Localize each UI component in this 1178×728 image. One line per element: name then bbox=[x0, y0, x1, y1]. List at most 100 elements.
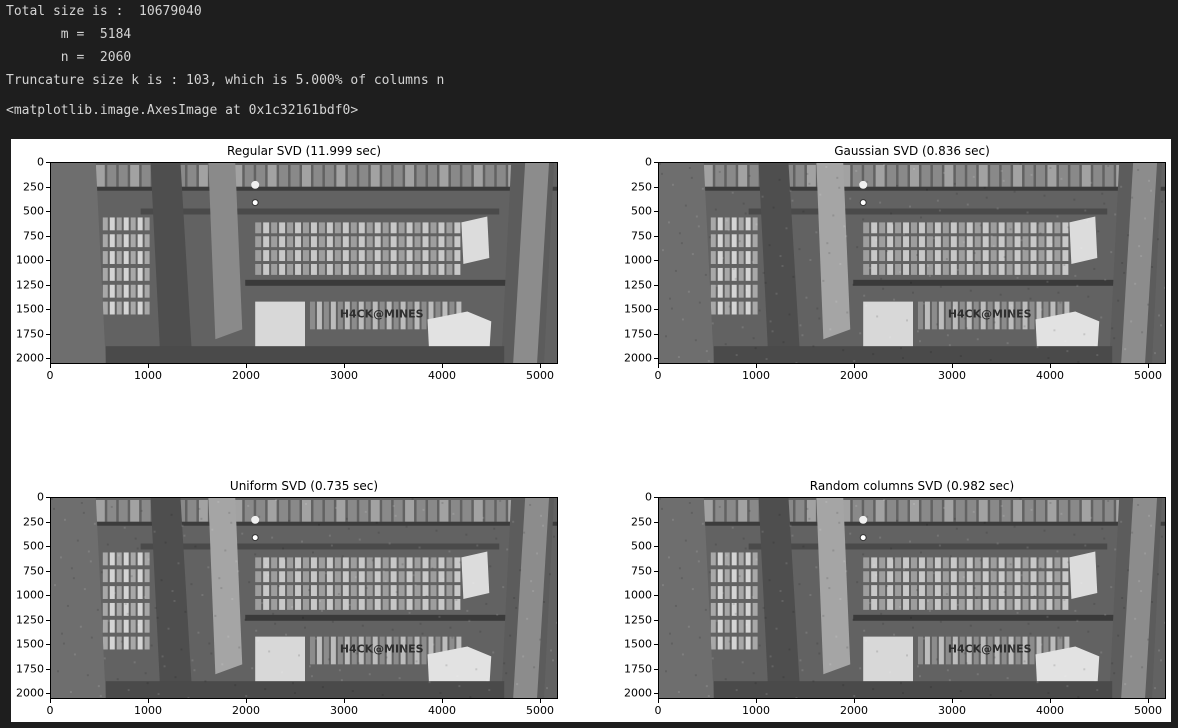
y-tick-mark bbox=[654, 333, 658, 335]
y-tick-label: 2000 bbox=[16, 686, 44, 700]
subplot-2: Gaussian SVD (0.836 sec) H4CK@MINES 0 250 50… bbox=[624, 144, 1166, 382]
y-tick-mark bbox=[46, 644, 50, 646]
y-tick-label: 250 bbox=[631, 515, 652, 528]
x-tick-label: 3000 bbox=[329, 704, 358, 717]
x-tick-mark bbox=[658, 699, 659, 703]
y-tick-label: 750 bbox=[23, 229, 44, 243]
y-tick-label: 1750 bbox=[624, 327, 652, 341]
x-tick-mark bbox=[1049, 699, 1051, 703]
x-tick-mark bbox=[245, 364, 247, 368]
y-tick-label: 250 bbox=[23, 180, 44, 193]
x-tick-mark bbox=[50, 699, 51, 703]
y-tick-label: 0 bbox=[37, 155, 44, 169]
y-tick-mark bbox=[46, 309, 50, 311]
x-tick-label: 5000 bbox=[525, 369, 554, 382]
y-tick-mark bbox=[654, 546, 658, 548]
x-tick-label: 4000 bbox=[427, 369, 456, 382]
y-tick-mark bbox=[654, 235, 658, 237]
x-tick-mark bbox=[1049, 364, 1051, 368]
x-tick-mark bbox=[951, 699, 953, 703]
y-tick-mark bbox=[654, 309, 658, 311]
y-tick-mark bbox=[654, 162, 658, 163]
y-tick-label: 1250 bbox=[624, 613, 652, 627]
y-tick-mark bbox=[654, 644, 658, 646]
subplot-4: Random columns SVD (0.982 sec) H4CK@MINES… bbox=[624, 479, 1166, 717]
x-tick-mark bbox=[50, 364, 51, 368]
x-tick-label: 1000 bbox=[741, 369, 770, 382]
y-tick-mark bbox=[654, 358, 658, 360]
y-tick-label: 1750 bbox=[16, 662, 44, 676]
y-tick-label: 1500 bbox=[624, 637, 652, 651]
x-tick-mark bbox=[539, 364, 541, 368]
y-tick-label: 1750 bbox=[624, 662, 652, 676]
subplot-title: Gaussian SVD (0.836 sec) bbox=[834, 144, 990, 158]
subplot-title: Regular SVD (11.999 sec) bbox=[226, 144, 382, 158]
y-tick-label: 1500 bbox=[16, 302, 44, 316]
y-tick-label: 2000 bbox=[16, 351, 44, 365]
x-tick-mark bbox=[853, 364, 855, 368]
y-tick-mark bbox=[46, 333, 50, 335]
output-m: m = 5184 bbox=[6, 27, 132, 42]
x-tick-mark bbox=[245, 699, 247, 703]
x-tick-label: 2000 bbox=[839, 704, 868, 717]
x-tick-label: 1000 bbox=[741, 704, 770, 717]
x-tick-label: 2000 bbox=[231, 369, 260, 382]
y-tick-mark bbox=[654, 211, 658, 213]
x-tick-label: 0 bbox=[46, 704, 54, 717]
grayscale-image: H4CK@MINES bbox=[51, 163, 557, 363]
x-tick-mark bbox=[441, 364, 443, 368]
y-tick-mark bbox=[654, 595, 658, 597]
x-tick-label: 0 bbox=[654, 704, 662, 717]
y-tick-label: 0 bbox=[645, 155, 652, 169]
x-tick-label: 2000 bbox=[839, 369, 868, 382]
x-tick-mark bbox=[343, 364, 345, 368]
image-text-label: H4CK@MINES bbox=[948, 307, 1032, 320]
x-tick-label: 4000 bbox=[1035, 704, 1064, 717]
y-tick-label: 1750 bbox=[16, 327, 44, 341]
y-tick-label: 1250 bbox=[16, 613, 44, 627]
y-tick-label: 250 bbox=[631, 180, 652, 193]
y-tick-label: 0 bbox=[645, 490, 652, 504]
x-tick-label: 0 bbox=[46, 369, 54, 382]
x-tick-label: 3000 bbox=[329, 369, 358, 382]
x-tick-mark bbox=[147, 364, 149, 368]
x-tick-label: 4000 bbox=[1035, 369, 1064, 382]
x-tick-label: 3000 bbox=[937, 704, 966, 717]
image-display: H4CK@MINES bbox=[658, 497, 1166, 699]
y-tick-mark bbox=[46, 595, 50, 597]
image-display: H4CK@MINES bbox=[50, 497, 558, 699]
x-tick-label: 5000 bbox=[1133, 369, 1162, 382]
subplot-3: Uniform SVD (0.735 sec) H4CK@MINES 0 250 500… bbox=[16, 479, 558, 717]
y-tick-mark bbox=[654, 693, 658, 695]
x-tick-mark bbox=[147, 699, 149, 703]
y-tick-mark bbox=[46, 186, 50, 188]
subplot-title: Random columns SVD (0.982 sec) bbox=[809, 479, 1015, 493]
y-tick-label: 500 bbox=[23, 539, 44, 553]
y-tick-label: 750 bbox=[631, 229, 652, 243]
y-tick-mark bbox=[654, 668, 658, 670]
y-tick-mark bbox=[654, 284, 658, 286]
subplot-1: Regular SVD (11.999 sec) H4CK@MINES 0 250 50… bbox=[16, 144, 558, 382]
image-text-label: H4CK@MINES bbox=[340, 642, 424, 655]
x-tick-mark bbox=[539, 699, 541, 703]
y-tick-mark bbox=[46, 546, 50, 548]
image-text-label: H4CK@MINES bbox=[948, 642, 1032, 655]
image-text-label: H4CK@MINES bbox=[340, 307, 424, 320]
y-tick-mark bbox=[654, 186, 658, 188]
y-tick-mark bbox=[46, 693, 50, 695]
y-tick-mark bbox=[46, 668, 50, 670]
x-tick-mark bbox=[658, 364, 659, 368]
matplotlib-figure: Regular SVD (11.999 sec) H4CK@MINES 0 250 50… bbox=[11, 139, 1171, 722]
output-total-size: Total size is : 10679040 bbox=[6, 4, 202, 19]
y-tick-label: 750 bbox=[631, 564, 652, 578]
y-tick-mark bbox=[46, 358, 50, 360]
x-tick-label: 2000 bbox=[231, 704, 260, 717]
y-tick-label: 1000 bbox=[624, 253, 652, 267]
y-tick-label: 2000 bbox=[624, 686, 652, 700]
y-tick-mark bbox=[46, 619, 50, 621]
y-tick-label: 250 bbox=[23, 515, 44, 528]
x-tick-mark bbox=[441, 699, 443, 703]
y-tick-mark bbox=[654, 497, 658, 498]
y-tick-mark bbox=[654, 521, 658, 523]
y-tick-label: 750 bbox=[23, 564, 44, 578]
